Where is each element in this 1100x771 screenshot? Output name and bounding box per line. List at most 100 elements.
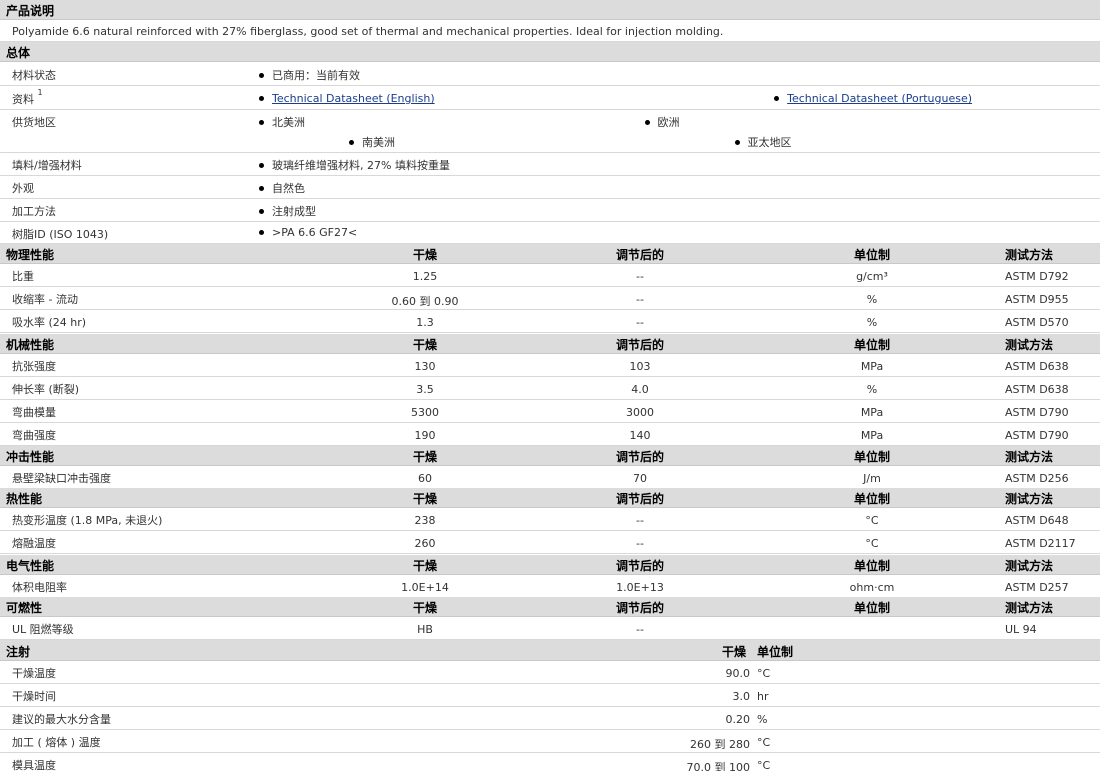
impact-property-row: 悬壁梁缺口冲击强度 60 70 J/m ASTM D256 bbox=[0, 466, 1100, 489]
mechanical-dry-header: 干燥 bbox=[412, 338, 437, 352]
thermal-conditioned-header: 调节后的 bbox=[615, 492, 664, 506]
injection-value: 3.0 bbox=[732, 690, 751, 703]
conditioned-value: 70 bbox=[633, 472, 647, 485]
unit-value: g/cm³ bbox=[856, 270, 888, 283]
material-status-label: 材料状态 bbox=[12, 69, 56, 82]
electrical-conditioned-header: 调节后的 bbox=[615, 559, 664, 573]
unit-value: MPa bbox=[860, 406, 884, 419]
dry-value: 0.60 到 0.90 bbox=[391, 295, 459, 308]
electrical-method-header: 测试方法 bbox=[1005, 559, 1054, 573]
electrical-title: 电气性能 bbox=[6, 559, 55, 573]
conditioned-value: -- bbox=[636, 514, 644, 527]
material-status-value: 已商用：当前有效 bbox=[258, 69, 360, 82]
physical-method-header: 测试方法 bbox=[1005, 248, 1054, 262]
conditioned-value: 3000 bbox=[626, 406, 654, 419]
general-section-header: 总体 bbox=[0, 42, 1100, 62]
availability-north-america: 北美洲 bbox=[258, 116, 305, 129]
processing-method-row: 加工方法 注射成型 bbox=[0, 199, 1100, 222]
injection-value: 90.0 bbox=[725, 667, 751, 680]
appearance-label: 外观 bbox=[12, 182, 34, 195]
unit-value: MPa bbox=[860, 360, 884, 373]
thermal-dry-header: 干燥 bbox=[412, 492, 437, 506]
property-name: 悬壁梁缺口冲击强度 bbox=[12, 472, 111, 485]
electrical-property-row: 体积电阻率 1.0E+14 1.0E+13 ohm·cm ASTM D257 bbox=[0, 575, 1100, 598]
flammability-conditioned-header: 调节后的 bbox=[615, 601, 664, 615]
unit-value: % bbox=[866, 316, 878, 329]
test-method: ASTM D792 bbox=[1005, 270, 1069, 283]
injection-unit: hr bbox=[757, 690, 769, 703]
description-row: Polyamide 6.6 natural reinforced with 27… bbox=[0, 20, 1100, 42]
test-method: ASTM D790 bbox=[1005, 429, 1069, 442]
datasheet-english-link[interactable]: Technical Datasheet (English) bbox=[272, 92, 435, 105]
dry-value: 3.5 bbox=[416, 383, 434, 396]
processing-method-value: 注射成型 bbox=[258, 205, 316, 218]
injection-title: 注射 bbox=[6, 645, 31, 659]
filler-value: 玻璃纤维增强材料, 27% 填料按重量 bbox=[258, 159, 450, 172]
thermal-property-row: 熔融温度 260 -- °C ASTM D2117 bbox=[0, 531, 1100, 554]
availability-asia-pacific: 亚太地区 bbox=[734, 136, 792, 149]
thermal-title: 热性能 bbox=[6, 492, 43, 506]
test-method: UL 94 bbox=[1005, 623, 1037, 636]
mechanical-property-row: 弯曲强度 190 140 MPa ASTM D790 bbox=[0, 423, 1100, 446]
injection-unit: % bbox=[757, 713, 768, 726]
test-method: ASTM D790 bbox=[1005, 406, 1069, 419]
flammability-method-header: 测试方法 bbox=[1005, 601, 1054, 615]
property-name: 吸水率 (24 hr) bbox=[12, 316, 87, 329]
mechanical-property-row: 伸长率 (断裂) 3.5 4.0% ASTM D638 bbox=[0, 377, 1100, 400]
physical-property-row: 收缩率 - 流动 0.60 到 0.90 --% ASTM D955 bbox=[0, 287, 1100, 310]
unit-value: J/m bbox=[863, 472, 881, 485]
injection-property-row: 建议的最大水分含量 0.20% bbox=[0, 707, 1100, 730]
property-name: 伸长率 (断裂) bbox=[12, 383, 80, 396]
test-method: ASTM D257 bbox=[1005, 581, 1069, 594]
physical-property-row: 吸水率 (24 hr) 1.3 --% ASTM D570 bbox=[0, 310, 1100, 333]
processing-method-label: 加工方法 bbox=[12, 205, 56, 218]
test-method: ASTM D638 bbox=[1005, 383, 1069, 396]
flammability-section-header: 可燃性 干燥 调节后的 单位制 测试方法 bbox=[0, 597, 1100, 617]
injection-value: 70.0 到 100 bbox=[686, 761, 750, 771]
unit-value: MPa bbox=[860, 429, 884, 442]
thermal-method-header: 测试方法 bbox=[1005, 492, 1054, 506]
dry-value: 260 bbox=[414, 537, 436, 550]
datasheet-portuguese-link[interactable]: Technical Datasheet (Portuguese) bbox=[787, 92, 972, 105]
availability-europe: 欧洲 bbox=[644, 116, 680, 129]
dry-value: HB bbox=[417, 623, 433, 636]
literature-label: 资料 1 bbox=[12, 88, 43, 106]
property-name: UL 阻燃等级 bbox=[12, 623, 74, 636]
conditioned-value: -- bbox=[636, 537, 644, 550]
mechanical-property-row: 抗张强度 130 103 MPa ASTM D638 bbox=[0, 354, 1100, 377]
physical-title: 物理性能 bbox=[6, 248, 55, 262]
mechanical-unit-header: 单位制 bbox=[853, 338, 890, 352]
conditioned-value: -- bbox=[636, 316, 644, 329]
property-name: 比重 bbox=[12, 270, 34, 283]
mechanical-property-row: 弯曲模量 5300 3000 MPa ASTM D790 bbox=[0, 400, 1100, 423]
injection-value: 0.20 bbox=[725, 713, 751, 726]
test-method: ASTM D570 bbox=[1005, 316, 1069, 329]
resin-id-value: >PA 6.6 GF27< bbox=[258, 226, 357, 239]
appearance-value: 自然色 bbox=[258, 182, 305, 195]
property-name: 弯曲强度 bbox=[12, 429, 56, 442]
filler-row: 填料/增强材料 玻璃纤维增强材料, 27% 填料按重量 bbox=[0, 153, 1100, 176]
flammability-dry-header: 干燥 bbox=[412, 601, 437, 615]
availability-label: 供货地区 bbox=[12, 116, 56, 129]
literature-item-english: Technical Datasheet (English) bbox=[258, 92, 438, 105]
injection-property-row: 加工 ( 熔体 ) 温度 260 到 280 °C bbox=[0, 730, 1100, 753]
property-name: 体积电阻率 bbox=[12, 581, 67, 594]
availability-row: 供货地区 北美洲 欧洲 南美洲 亚太地区 bbox=[0, 110, 1100, 153]
property-name: 热变形温度 (1.8 MPa, 未退火) bbox=[12, 514, 163, 527]
unit-value: °C bbox=[865, 537, 879, 550]
property-name: 弯曲模量 bbox=[12, 406, 56, 419]
injection-property-row: 干燥温度 90.0 °C bbox=[0, 661, 1100, 684]
property-name: 熔融温度 bbox=[12, 537, 56, 550]
description-text: Polyamide 6.6 natural reinforced with 27… bbox=[12, 25, 724, 38]
dry-value: 1.0E+14 bbox=[401, 581, 449, 594]
conditioned-value: 140 bbox=[629, 429, 651, 442]
electrical-unit-header: 单位制 bbox=[853, 559, 890, 573]
physical-dry-header: 干燥 bbox=[412, 248, 437, 262]
conditioned-value: -- bbox=[636, 270, 644, 283]
mechanical-conditioned-header: 调节后的 bbox=[615, 338, 664, 352]
unit-value: °C bbox=[865, 514, 879, 527]
conditioned-value: 4.0 bbox=[631, 383, 649, 396]
injection-unit: °C bbox=[757, 667, 771, 680]
injection-property-row: 干燥时间 3.0 hr bbox=[0, 684, 1100, 707]
dry-value: 5300 bbox=[411, 406, 439, 419]
